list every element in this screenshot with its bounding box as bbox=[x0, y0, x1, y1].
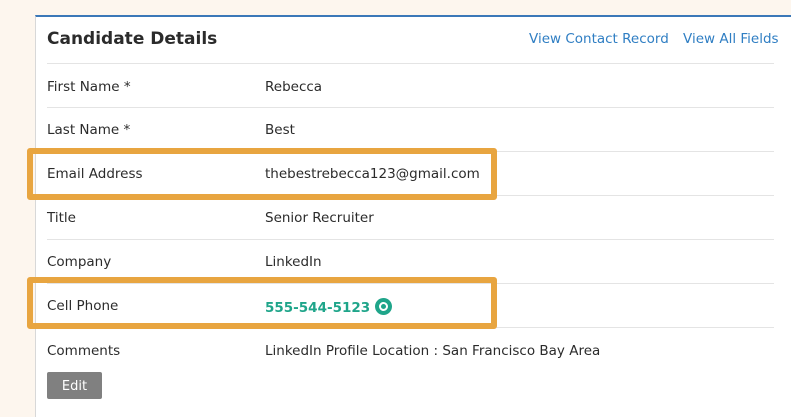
card-title: Candidate Details bbox=[47, 29, 218, 49]
last-name-value: Best bbox=[265, 122, 295, 138]
email-highlight-box bbox=[27, 148, 497, 200]
view-all-fields-link[interactable]: View All Fields bbox=[683, 31, 779, 47]
divider bbox=[47, 107, 774, 108]
divider bbox=[47, 63, 774, 64]
company-label: Company bbox=[47, 254, 112, 270]
card-header: Candidate Details View Contact Record Vi… bbox=[36, 17, 791, 63]
cell-phone-highlight-box bbox=[27, 277, 497, 329]
comments-value: LinkedIn Profile Location : San Francisc… bbox=[265, 343, 601, 359]
title-label: Title bbox=[47, 210, 76, 226]
company-value: LinkedIn bbox=[265, 254, 322, 270]
last-name-label: Last Name * bbox=[47, 122, 131, 138]
first-name-value: Rebecca bbox=[265, 79, 323, 95]
view-contact-record-link[interactable]: View Contact Record bbox=[529, 31, 669, 47]
title-value: Senior Recruiter bbox=[265, 210, 374, 226]
edit-button[interactable]: Edit bbox=[47, 372, 102, 399]
first-name-label: First Name * bbox=[47, 79, 131, 95]
divider bbox=[47, 239, 774, 240]
comments-label: Comments bbox=[47, 343, 121, 359]
page: Candidate Details View Contact Record Vi… bbox=[0, 0, 791, 417]
candidate-details-card: Candidate Details View Contact Record Vi… bbox=[35, 15, 791, 417]
